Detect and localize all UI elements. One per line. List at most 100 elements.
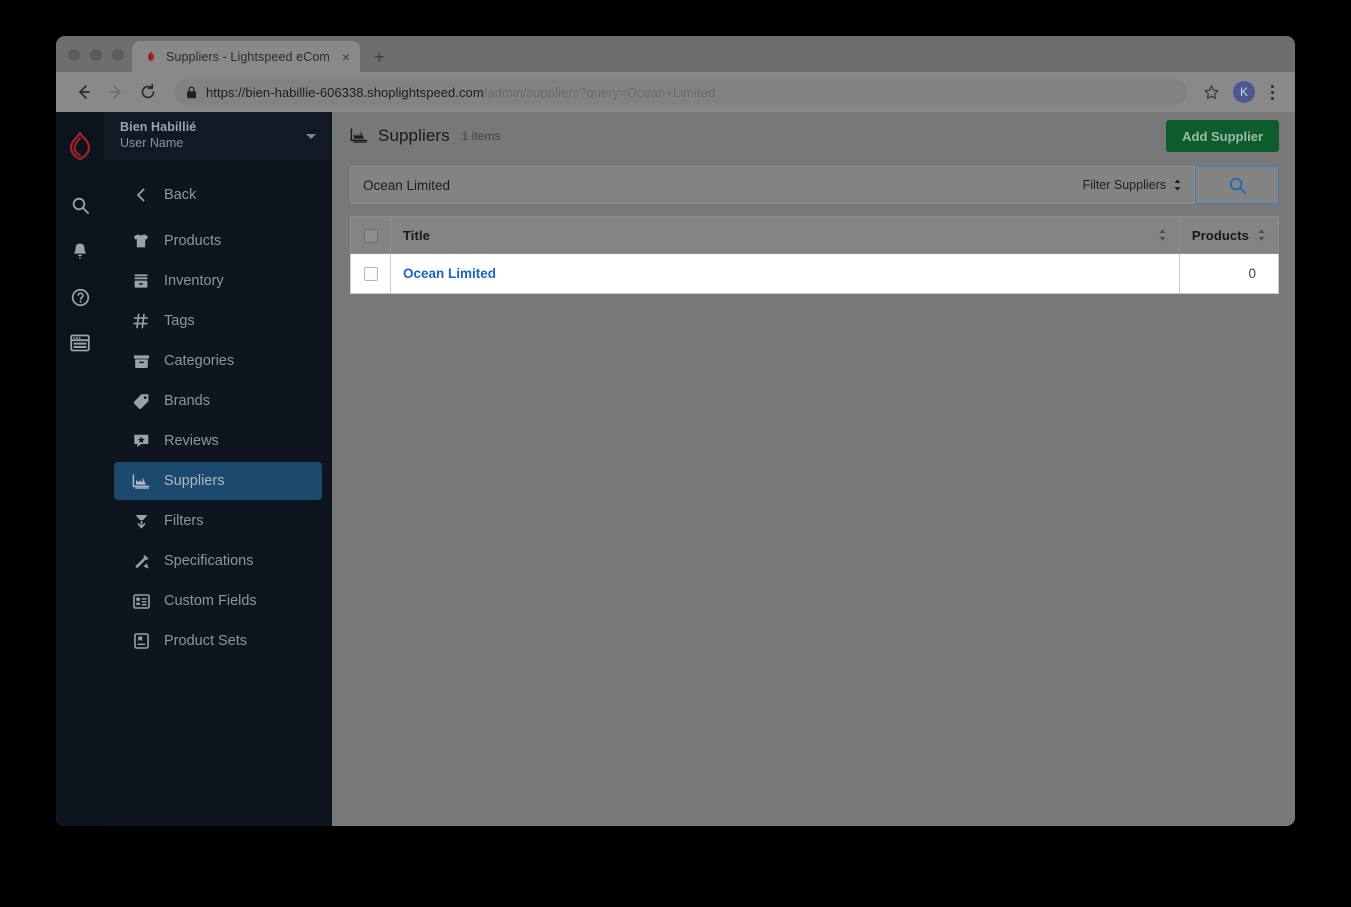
new-tab-button[interactable]: + [374,48,385,66]
chevron-down-icon [306,133,316,139]
url-origin: https://bien-habillie-606338.shoplightsp… [206,84,484,100]
content-body: Filter Suppliers [332,160,1295,294]
sidebar-item-brands[interactable]: Brands [114,382,322,420]
select-all-checkbox[interactable] [364,228,378,243]
sidebar-item-inventory[interactable]: Inventory [114,262,322,300]
padlock-icon [187,85,196,98]
address-bar-url: https://bien-habillie-606338.shoplightsp… [206,85,715,100]
filter-suppliers-select[interactable]: Filter Suppliers [1073,178,1182,192]
address-bar[interactable]: https://bien-habillie-606338.shoplightsp… [174,79,1187,105]
column-header-products[interactable]: Products [1178,216,1280,254]
sidebar-item-back[interactable]: Back [114,176,322,214]
page-viewport: Bien Habillié User Name Back Products In… [56,112,1295,826]
url-path: /admin/suppliers?query=Ocean+Limited [483,84,716,100]
sidebar-item-filters[interactable]: Filters [114,502,322,540]
close-window-button[interactable] [68,49,80,61]
sort-products-icon[interactable] [1257,228,1266,242]
search-field-wrapper: Filter Suppliers [350,166,1195,204]
sidebar-item-label: Product Sets [164,633,248,649]
sidebar-item-label: Back [164,187,197,203]
minimize-window-button[interactable] [90,49,102,61]
suppliers-table: Title Products Ocean Limited 0 [350,216,1280,294]
sidebar-item-label: Categories [164,353,235,369]
close-tab-button[interactable]: × [340,50,352,64]
tshirt-icon [132,232,150,250]
icon-rail [56,112,104,826]
item-count: 1 items [461,129,501,143]
sidebar-item-suppliers[interactable]: Suppliers [114,462,322,500]
sidebar: Bien Habillié User Name Back Products In… [104,112,332,826]
updown-arrows-icon [1174,179,1181,191]
sidebar-item-label: Tags [164,313,195,329]
sidebar-item-specifications[interactable]: Specifications [114,542,322,580]
kebab-menu-icon[interactable] [1261,79,1283,105]
sidebar-item-label: Reviews [164,433,219,449]
chevron-left-icon [132,186,150,204]
column-header-products-label: Products [1191,227,1249,243]
table-header-row: Title Products [350,216,1280,254]
tools-icon [132,552,150,570]
comment-star-icon [132,432,150,450]
sidebar-item-product-sets[interactable]: Product Sets [114,622,322,660]
page-title: Suppliers [378,126,450,145]
row-select-cell [350,253,391,294]
help-circle-icon[interactable] [57,274,103,320]
star-icon[interactable] [1195,76,1227,108]
maximize-window-button[interactable] [112,49,124,61]
factory-icon [132,472,150,490]
sidebar-item-label: Suppliers [164,473,225,489]
reload-button[interactable] [132,76,164,108]
sidebar-item-categories[interactable]: Categories [114,342,322,380]
sort-title-icon[interactable] [1158,228,1167,242]
main-content: Suppliers 1 items Add Supplier Filter Su… [332,112,1295,826]
window-traffic-lights[interactable] [68,49,124,61]
browser-tab-strip: Suppliers - Lightspeed eCom × + [56,36,1295,72]
forward-button[interactable] [100,76,132,108]
search-icon [1229,177,1246,194]
product-set-icon [132,632,150,650]
back-button[interactable] [68,76,100,108]
sidebar-item-label: Custom Fields [164,593,257,609]
sidebar-item-products[interactable]: Products [114,222,322,260]
browser-tab[interactable]: Suppliers - Lightspeed eCom × [132,41,360,72]
filter-suppliers-label: Filter Suppliers [1082,178,1166,192]
sidebar-item-label: Filters [164,513,204,529]
supplier-products-cell: 0 [1178,253,1280,294]
browser-window-icon[interactable] [57,320,103,366]
content-header: Suppliers 1 items Add Supplier [332,112,1295,160]
sidebar-item-label: Specifications [164,553,254,569]
tag-icon [132,392,150,410]
archive-box-icon [132,352,150,370]
column-header-title[interactable]: Title [390,216,1180,254]
sidebar-item-custom-fields[interactable]: Custom Fields [114,582,322,620]
profile-avatar[interactable]: K [1233,81,1255,103]
sidebar-item-reviews[interactable]: Reviews [114,422,322,460]
hash-icon [132,312,150,330]
lightspeed-flame-icon [147,50,155,61]
supplier-title-link[interactable]: Ocean Limited [403,266,496,281]
select-all-cell [350,216,391,254]
add-supplier-button[interactable]: Add Supplier [1166,120,1279,152]
sidebar-item-label: Brands [164,393,210,409]
form-fields-icon [132,592,150,610]
column-header-title-label: Title [403,227,430,243]
user-name: User Name [120,136,184,150]
lightspeed-flame-logo[interactable] [68,122,92,170]
search-submit-button[interactable] [1195,166,1279,204]
search-icon[interactable] [57,182,103,228]
toolbar-right-actions: K [1195,76,1283,108]
sidebar-item-label: Inventory [164,273,224,289]
factory-icon [350,127,368,145]
table-head: Title Products [350,216,1280,254]
row-checkbox[interactable] [364,267,378,282]
bell-icon[interactable] [57,228,103,274]
browser-tab-title: Suppliers - Lightspeed eCom [166,49,330,64]
sidebar-item-tags[interactable]: Tags [114,302,322,340]
supplier-title-cell: Ocean Limited [390,253,1180,294]
sidebar-nav: Back Products Inventory Tags Categories … [104,160,332,662]
shop-switcher[interactable]: Bien Habillié User Name [104,112,332,160]
search-input[interactable] [363,177,1073,193]
browser-toolbar: https://bien-habillie-606338.shoplightsp… [56,72,1295,112]
table-row[interactable]: Ocean Limited 0 [350,253,1280,294]
funnel-icon [132,512,150,530]
